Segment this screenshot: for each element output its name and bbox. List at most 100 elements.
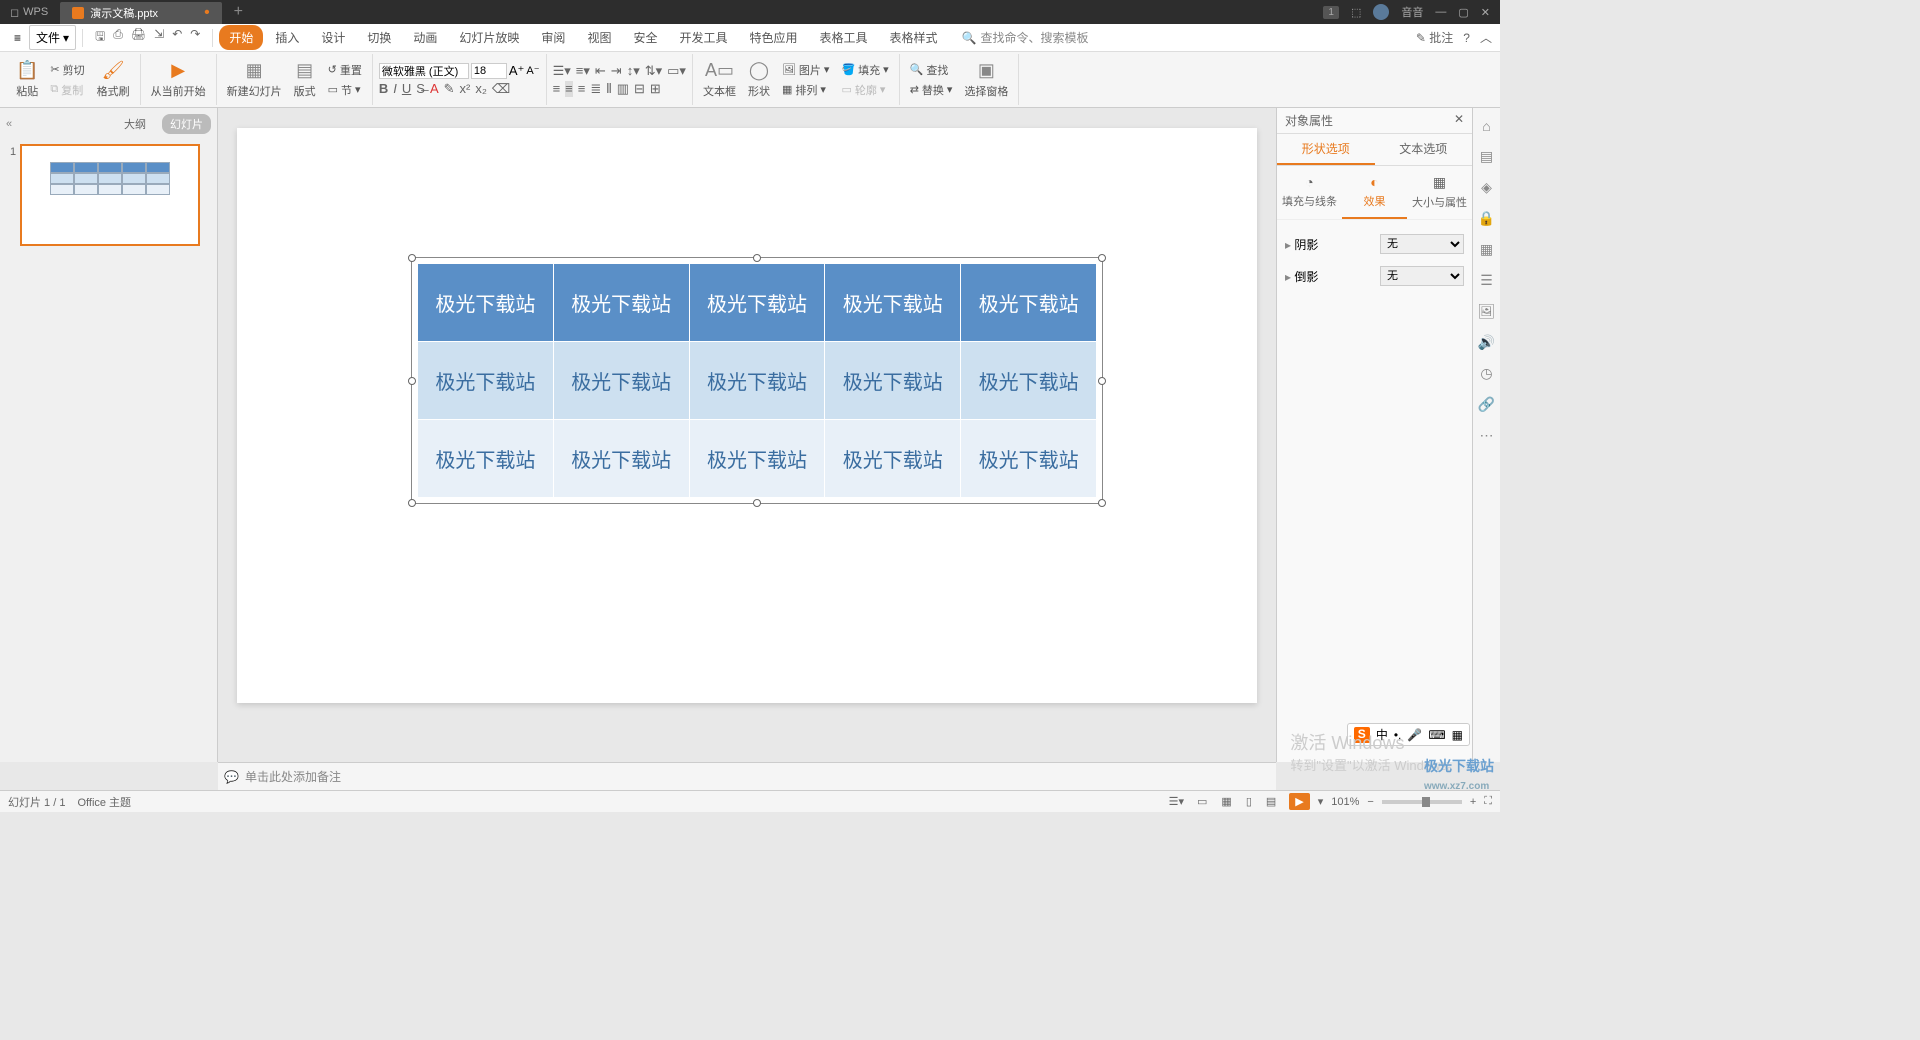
section-button[interactable]: ▭ 节 ▾ bbox=[324, 81, 366, 99]
tab-insert[interactable]: 插入 bbox=[265, 25, 309, 50]
indent-increase-icon[interactable]: ⇥ bbox=[611, 63, 622, 79]
effect-subtab[interactable]: ◐效果 bbox=[1342, 166, 1407, 219]
table-cell[interactable]: 极光下载站 bbox=[825, 264, 961, 342]
bold-icon[interactable]: B bbox=[379, 81, 388, 97]
fill-button[interactable]: 🪣 填充 ▾ bbox=[837, 61, 892, 79]
play-from-current-button[interactable]: ▶从当前开始 bbox=[147, 58, 210, 101]
table-cell[interactable]: 极光下载站 bbox=[418, 264, 554, 342]
slideshow-button[interactable]: ▶ bbox=[1289, 793, 1309, 810]
cut-button[interactable]: ✂ 剪切 bbox=[46, 61, 88, 79]
table-cell[interactable]: 极光下载站 bbox=[418, 342, 554, 420]
document-tab[interactable]: 演示文稿.pptx • bbox=[60, 2, 221, 24]
table-cell[interactable]: 极光下载站 bbox=[825, 342, 961, 420]
print-preview-icon[interactable]: ⎙ bbox=[113, 27, 123, 48]
tab-view[interactable]: 视图 bbox=[577, 25, 621, 50]
expand-reflection-icon[interactable]: ▸ bbox=[1285, 270, 1291, 284]
text-direction-icon[interactable]: ⇅▾ bbox=[645, 63, 662, 79]
handle-bot-right[interactable] bbox=[1098, 499, 1106, 507]
table-cell[interactable]: 极光下载站 bbox=[689, 342, 825, 420]
table-object[interactable]: 极光下载站 极光下载站 极光下载站 极光下载站 极光下载站 极光下载站 极光下载… bbox=[417, 263, 1097, 498]
textbox-button[interactable]: A▭文本框 bbox=[699, 58, 740, 101]
table-row[interactable]: 极光下载站 极光下载站 极光下载站 极光下载站 极光下载站 bbox=[418, 264, 1097, 342]
strike-icon[interactable]: S̶ bbox=[416, 81, 425, 97]
tab-security[interactable]: 安全 bbox=[623, 25, 667, 50]
shadow-select[interactable]: 无 bbox=[1380, 234, 1464, 254]
table-cell[interactable]: 极光下载站 bbox=[418, 420, 554, 498]
more-para-icon[interactable]: ⊞ bbox=[650, 81, 661, 97]
outline-tab[interactable]: 大纲 bbox=[116, 114, 154, 134]
justify-icon[interactable]: ≣ bbox=[590, 81, 601, 97]
reading-view-icon[interactable]: ▯ bbox=[1241, 792, 1257, 811]
table-cell[interactable]: 极光下载站 bbox=[825, 420, 961, 498]
maximize-button[interactable]: ▢ bbox=[1458, 6, 1468, 19]
handle-top-right[interactable] bbox=[1098, 254, 1106, 262]
highlight-icon[interactable]: ✎ bbox=[444, 81, 455, 97]
ime-toolbar[interactable]: S 中 •, 🎤 ⌨ ▦ bbox=[1347, 723, 1470, 746]
help-icon[interactable]: ? bbox=[1463, 31, 1470, 45]
handle-top-left[interactable] bbox=[408, 254, 416, 262]
sorter-view-icon[interactable]: ▦ bbox=[1216, 792, 1236, 811]
zoom-out-icon[interactable]: − bbox=[1367, 796, 1373, 808]
shape-options-tab[interactable]: 形状选项 bbox=[1277, 134, 1375, 165]
tab-devtools[interactable]: 开发工具 bbox=[669, 25, 737, 50]
table-cell[interactable]: 极光下载站 bbox=[961, 264, 1097, 342]
replace-button[interactable]: ⇄ 替换 ▾ bbox=[906, 81, 957, 99]
align-text-icon[interactable]: ▭▾ bbox=[667, 63, 686, 79]
tab-animation[interactable]: 动画 bbox=[403, 25, 447, 50]
notification-badge[interactable]: 1 bbox=[1323, 6, 1339, 19]
tab-transition[interactable]: 切换 bbox=[357, 25, 401, 50]
tool-link-icon[interactable]: 🔗 bbox=[1478, 396, 1495, 413]
line-spacing-icon[interactable]: ↕▾ bbox=[627, 63, 640, 79]
layout-button[interactable]: ▤版式 bbox=[290, 58, 320, 101]
slide-thumbnail-1[interactable]: 1 bbox=[10, 144, 207, 246]
slide-canvas[interactable]: 极光下载站 极光下载站 极光下载站 极光下载站 极光下载站 极光下载站 极光下载… bbox=[218, 108, 1276, 762]
fit-window-icon[interactable]: ⛶ bbox=[1484, 795, 1492, 808]
collapse-ribbon-icon[interactable]: ︿ bbox=[1480, 29, 1492, 46]
print-icon[interactable]: 🖨 bbox=[131, 27, 146, 48]
tool-list-icon[interactable]: ☰ bbox=[1480, 272, 1493, 289]
reflection-select[interactable]: 无 bbox=[1380, 266, 1464, 286]
italic-icon[interactable]: I bbox=[393, 81, 397, 97]
text-options-tab[interactable]: 文本选项 bbox=[1375, 134, 1473, 165]
zoom-in-icon[interactable]: + bbox=[1470, 796, 1476, 808]
view-mode-menu[interactable]: ☰▾ bbox=[1169, 795, 1184, 808]
tab-special[interactable]: 特色应用 bbox=[739, 25, 807, 50]
tool-template-icon[interactable]: ▤ bbox=[1480, 148, 1493, 165]
hamburger-menu[interactable]: ≡ bbox=[8, 28, 27, 48]
columns-icon[interactable]: ▥ bbox=[617, 81, 629, 97]
command-search[interactable]: 🔍 查找命令、搜索模板 bbox=[962, 29, 1089, 46]
tool-image-icon[interactable]: 🖼 bbox=[1478, 303, 1496, 320]
align-right-icon[interactable]: ≡ bbox=[578, 81, 586, 97]
expand-shadow-icon[interactable]: ▸ bbox=[1285, 238, 1291, 252]
tab-home[interactable]: 开始 bbox=[219, 25, 263, 50]
table-cell[interactable]: 极光下载站 bbox=[553, 420, 689, 498]
shape-button[interactable]: ◯形状 bbox=[744, 58, 774, 101]
save-icon[interactable]: 🖫 bbox=[95, 27, 105, 48]
bullets-icon[interactable]: ☰▾ bbox=[553, 63, 571, 79]
handle-bot-left[interactable] bbox=[408, 499, 416, 507]
arrange-button[interactable]: ▦ 排列 ▾ bbox=[778, 81, 834, 99]
new-slide-button[interactable]: ▦新建幻灯片 bbox=[223, 58, 286, 101]
undo-icon[interactable]: ↶ bbox=[172, 27, 182, 48]
file-menu[interactable]: 文件 ▾ bbox=[29, 25, 76, 50]
font-color-icon[interactable]: A bbox=[430, 81, 439, 97]
tool-resource-icon[interactable]: ◈ bbox=[1481, 179, 1492, 196]
tool-grid-icon[interactable]: ▦ bbox=[1480, 241, 1493, 258]
annotate-button[interactable]: ✎ 批注 bbox=[1416, 29, 1453, 46]
tab-table-tools[interactable]: 表格工具 bbox=[810, 25, 878, 50]
tab-design[interactable]: 设计 bbox=[311, 25, 355, 50]
ime-lang[interactable]: 中 bbox=[1376, 726, 1388, 743]
fill-line-subtab[interactable]: ◔填充与线条 bbox=[1277, 166, 1342, 219]
new-tab-button[interactable]: + bbox=[222, 3, 255, 21]
ime-mic-icon[interactable]: 🎤 bbox=[1407, 728, 1422, 742]
reset-button[interactable]: ↺ 重置 bbox=[324, 61, 366, 79]
tool-home-icon[interactable]: ⌂ bbox=[1482, 118, 1490, 134]
slides-tab[interactable]: 幻灯片 bbox=[162, 114, 211, 134]
close-button[interactable]: ✕ bbox=[1481, 6, 1490, 19]
tool-lock-icon[interactable]: 🔒 bbox=[1478, 210, 1495, 227]
handle-top-mid[interactable] bbox=[753, 254, 761, 262]
normal-view-icon[interactable]: ▭ bbox=[1192, 792, 1212, 811]
ime-punct-icon[interactable]: •, bbox=[1394, 728, 1402, 742]
table-cell[interactable]: 极光下载站 bbox=[689, 420, 825, 498]
handle-mid-right[interactable] bbox=[1098, 377, 1106, 385]
